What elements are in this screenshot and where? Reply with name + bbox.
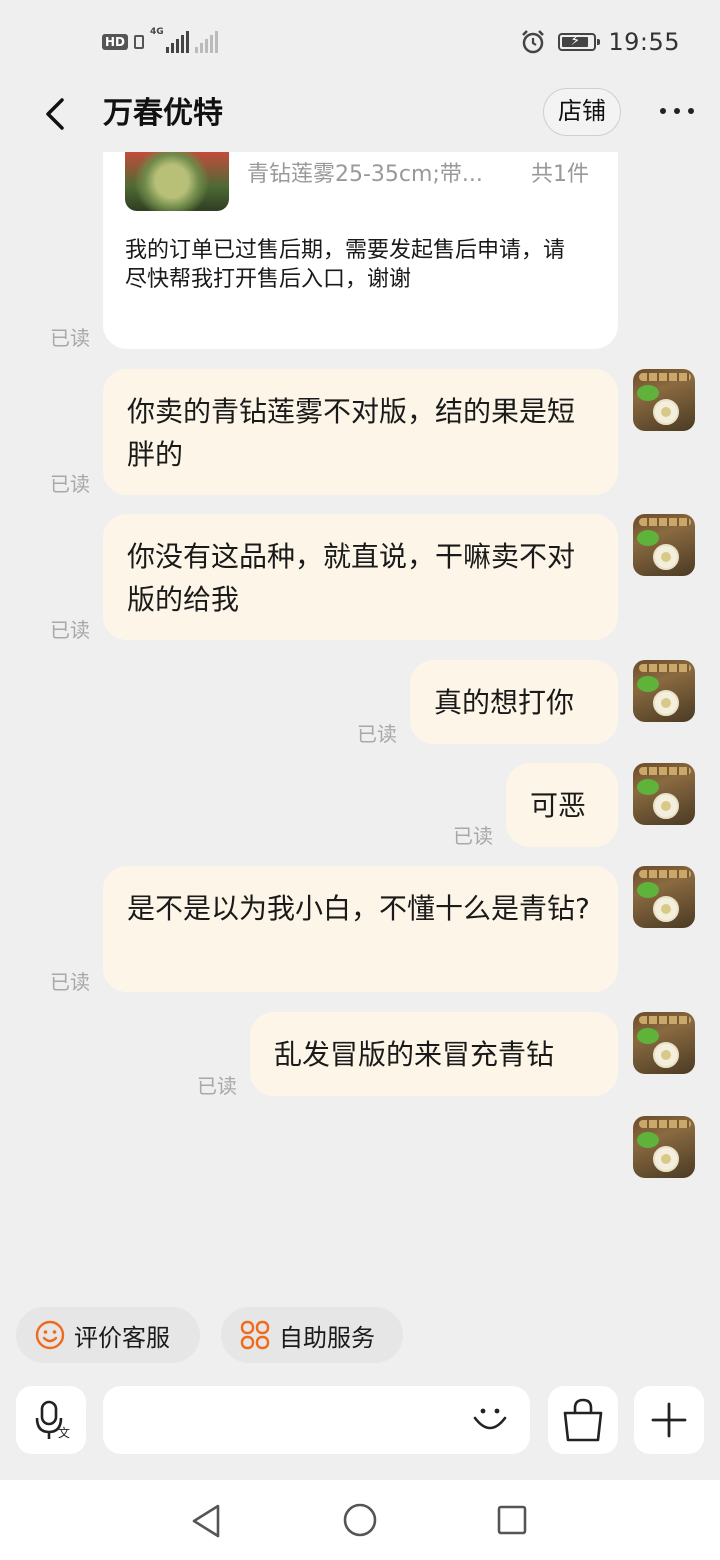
status-bar: HD 4G ⚡ 19:55 (0, 0, 720, 84)
order-message-text: 我的订单已过售后期，需要发起售后申请，请尽快帮我打开售后入口，谢谢 (125, 238, 566, 292)
message-bubble[interactable]: 可恶 (506, 763, 618, 847)
self-service-label: 自助服务 (279, 1323, 375, 1352)
shop-button[interactable]: 店铺 (543, 88, 621, 136)
shopping-bag-icon (563, 1398, 603, 1442)
message-input[interactable] (103, 1386, 530, 1454)
status-left: HD 4G (102, 28, 218, 56)
user-avatar[interactable] (633, 514, 695, 576)
read-receipt: 已读 (453, 824, 493, 848)
network-label: 4G (150, 27, 164, 37)
status-right: ⚡ 19:55 (520, 26, 680, 58)
rate-service-label: 评价客服 (74, 1323, 170, 1352)
message-bubble[interactable]: 乱发冒版的来冒充青钻 (250, 1012, 618, 1096)
svg-text:文: 文 (58, 1425, 70, 1440)
product-thumbnail[interactable] (125, 152, 229, 211)
plus-icon (651, 1402, 687, 1438)
charging-icon: ⚡ (570, 33, 581, 49)
read-receipt: 已读 (50, 472, 90, 496)
user-avatar[interactable] (633, 1116, 695, 1178)
smile-icon (35, 1320, 65, 1350)
more-options-icon[interactable] (660, 108, 694, 114)
order-card[interactable]: 青钻莲雾25-35cm;带... 共1件 我的订单已过售后期，需要发起售后申请，… (103, 152, 618, 349)
user-avatar[interactable] (633, 1012, 695, 1074)
message-list[interactable]: 青钻莲雾25-35cm;带... 共1件 我的订单已过售后期，需要发起售后申请，… (0, 152, 720, 1292)
grid-icon (240, 1320, 270, 1350)
microphone-translate-icon: 文 (35, 1400, 70, 1440)
user-avatar[interactable] (633, 660, 695, 722)
signal-icon (165, 31, 189, 53)
voice-input-button[interactable]: 文 (16, 1386, 86, 1454)
read-receipt: 已读 (50, 970, 90, 994)
shopping-bag-button[interactable] (548, 1386, 618, 1454)
read-receipt: 已读 (357, 722, 397, 746)
system-navigation-bar (0, 1480, 720, 1560)
signal-secondary-icon (194, 31, 218, 53)
battery-icon: ⚡ (558, 33, 601, 51)
input-bar: 文 (0, 1382, 720, 1458)
hd-badge: HD (102, 34, 129, 50)
emoji-icon[interactable] (470, 1398, 510, 1438)
sim-icon (134, 35, 145, 49)
message-bubble[interactable]: 是不是以为我小白，不懂十么是青钻? (103, 866, 618, 992)
user-avatar[interactable] (633, 763, 695, 825)
page-title: 万春优特 (103, 96, 223, 131)
back-arrow-icon[interactable] (40, 96, 70, 132)
message-bubble[interactable]: 你没有这品种，就直说，干嘛卖不对版的给我 (103, 514, 618, 640)
self-service-button[interactable]: 自助服务 (221, 1307, 403, 1363)
read-receipt: 已读 (50, 618, 90, 642)
user-avatar[interactable] (633, 369, 695, 431)
message-bubble[interactable]: 真的想打你 (410, 660, 618, 744)
clock-time: 19:55 (608, 28, 680, 56)
rate-service-button[interactable]: 评价客服 (16, 1307, 200, 1363)
alarm-icon (522, 30, 545, 54)
read-receipt: 已读 (197, 1074, 237, 1098)
add-button[interactable] (634, 1386, 704, 1454)
order-count: 共1件 (531, 162, 589, 187)
chat-header: 万春优特 店铺 (0, 84, 720, 144)
nav-back-icon[interactable] (188, 1502, 224, 1540)
read-receipt: 已读 (50, 326, 90, 350)
nav-home-icon[interactable] (342, 1502, 378, 1538)
nav-recents-icon[interactable] (496, 1504, 528, 1536)
order-spec: 青钻莲雾25-35cm;带... (247, 162, 483, 187)
user-avatar[interactable] (633, 866, 695, 928)
message-bubble[interactable]: 你卖的青钻莲雾不对版，结的果是短胖的 (103, 369, 618, 495)
